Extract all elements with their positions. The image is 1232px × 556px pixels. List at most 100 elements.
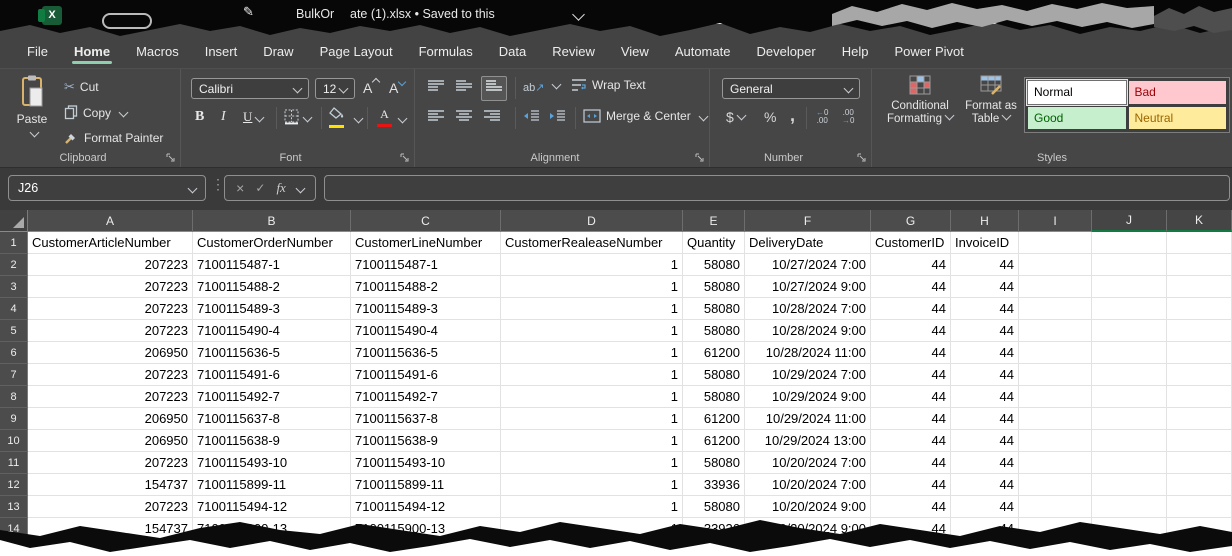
cell-B1[interactable]: CustomerOrderNumber xyxy=(193,232,351,254)
cell-J4[interactable] xyxy=(1092,298,1167,320)
tab-draw[interactable]: Draw xyxy=(250,38,306,68)
cell-I4[interactable] xyxy=(1019,298,1092,320)
style-good[interactable]: Good xyxy=(1028,107,1126,130)
clipboard-dialog-launcher[interactable] xyxy=(166,153,176,163)
cell-E11[interactable]: 58080 xyxy=(683,452,745,474)
fill-color-button[interactable] xyxy=(329,106,345,128)
cell-F6[interactable]: 10/28/2024 11:00 xyxy=(745,342,871,364)
cell-F3[interactable]: 10/27/2024 9:00 xyxy=(745,276,871,298)
cell-I6[interactable] xyxy=(1019,342,1092,364)
cell-A7[interactable]: 207223 xyxy=(28,364,193,386)
cell-K8[interactable] xyxy=(1167,386,1232,408)
cell-F1[interactable]: DeliveryDate xyxy=(745,232,871,254)
cell-F5[interactable]: 10/28/2024 9:00 xyxy=(745,320,871,342)
cell-C4[interactable]: 7100115489-3 xyxy=(351,298,501,320)
fill-color-chevron-icon[interactable] xyxy=(354,114,364,124)
paste-button[interactable]: Paste xyxy=(8,75,56,157)
cell-B4[interactable]: 7100115489-3 xyxy=(193,298,351,320)
cell-H4[interactable]: 44 xyxy=(951,298,1019,320)
row-header-11[interactable]: 11 xyxy=(0,452,28,474)
cell-C1[interactable]: CustomerLineNumber xyxy=(351,232,501,254)
column-header-F[interactable]: F xyxy=(745,210,871,232)
cell-J8[interactable] xyxy=(1092,386,1167,408)
cell-F4[interactable]: 10/28/2024 7:00 xyxy=(745,298,871,320)
column-header-E[interactable]: E xyxy=(683,210,745,232)
cut-button[interactable]: ✂ Cut xyxy=(64,79,99,95)
cell-H13[interactable]: 44 xyxy=(951,496,1019,518)
font-size-combo[interactable]: 12 xyxy=(315,78,355,99)
cell-G2[interactable]: 44 xyxy=(871,254,951,276)
row-header-1[interactable]: 1 xyxy=(0,232,28,254)
cancel-icon[interactable]: × xyxy=(236,180,244,196)
cell-K12[interactable] xyxy=(1167,474,1232,496)
cell-H6[interactable]: 44 xyxy=(951,342,1019,364)
cell-F11[interactable]: 10/20/2024 7:00 xyxy=(745,452,871,474)
cell-F2[interactable]: 10/27/2024 7:00 xyxy=(745,254,871,276)
cell-D13[interactable]: 1 xyxy=(501,496,683,518)
cell-K3[interactable] xyxy=(1167,276,1232,298)
cell-J9[interactable] xyxy=(1092,408,1167,430)
cell-E4[interactable]: 58080 xyxy=(683,298,745,320)
cell-A3[interactable]: 207223 xyxy=(28,276,193,298)
cell-D9[interactable]: 1 xyxy=(501,408,683,430)
cell-F10[interactable]: 10/29/2024 13:00 xyxy=(745,430,871,452)
row-header-7[interactable]: 7 xyxy=(0,364,28,386)
cell-C13[interactable]: 7100115494-12 xyxy=(351,496,501,518)
cell-H1[interactable]: InvoiceID xyxy=(951,232,1019,254)
cell-B7[interactable]: 7100115491-6 xyxy=(193,364,351,386)
cell-I2[interactable] xyxy=(1019,254,1092,276)
cell-D3[interactable]: 1 xyxy=(501,276,683,298)
cell-A11[interactable]: 207223 xyxy=(28,452,193,474)
wrap-text-button[interactable]: Wrap Text xyxy=(571,78,646,92)
cell-F9[interactable]: 10/29/2024 11:00 xyxy=(745,408,871,430)
cell-J13[interactable] xyxy=(1092,496,1167,518)
cell-K13[interactable] xyxy=(1167,496,1232,518)
cell-I11[interactable] xyxy=(1019,452,1092,474)
cell-G9[interactable]: 44 xyxy=(871,408,951,430)
cell-H2[interactable]: 44 xyxy=(951,254,1019,276)
cell-K11[interactable] xyxy=(1167,452,1232,474)
insert-function-icon[interactable]: fx xyxy=(276,180,285,196)
tab-insert[interactable]: Insert xyxy=(192,38,251,68)
cell-A9[interactable]: 206950 xyxy=(28,408,193,430)
cell-A4[interactable]: 207223 xyxy=(28,298,193,320)
cell-J6[interactable] xyxy=(1092,342,1167,364)
cell-C12[interactable]: 7100115899-11 xyxy=(351,474,501,496)
row-header-6[interactable]: 6 xyxy=(0,342,28,364)
align-bottom-button[interactable] xyxy=(481,76,507,101)
cell-B2[interactable]: 7100115487-1 xyxy=(193,254,351,276)
cell-J3[interactable] xyxy=(1092,276,1167,298)
cell-B5[interactable]: 7100115490-4 xyxy=(193,320,351,342)
shrink-font-button[interactable]: A xyxy=(389,79,405,98)
cell-A13[interactable]: 207223 xyxy=(28,496,193,518)
cell-F8[interactable]: 10/29/2024 9:00 xyxy=(745,386,871,408)
cell-H7[interactable]: 44 xyxy=(951,364,1019,386)
tab-help[interactable]: Help xyxy=(829,38,882,68)
cell-E10[interactable]: 61200 xyxy=(683,430,745,452)
row-header-4[interactable]: 4 xyxy=(0,298,28,320)
tab-home[interactable]: Home xyxy=(61,38,123,68)
cell-B6[interactable]: 7100115636-5 xyxy=(193,342,351,364)
cell-I3[interactable] xyxy=(1019,276,1092,298)
cell-J1[interactable] xyxy=(1092,232,1167,254)
row-header-8[interactable]: 8 xyxy=(0,386,28,408)
format-painter-button[interactable]: Format Painter xyxy=(64,131,163,145)
column-header-C[interactable]: C xyxy=(351,210,501,232)
cell-E9[interactable]: 61200 xyxy=(683,408,745,430)
underline-button[interactable]: U xyxy=(243,109,263,125)
cell-G13[interactable]: 44 xyxy=(871,496,951,518)
copy-button[interactable]: Copy xyxy=(64,105,127,120)
borders-button[interactable] xyxy=(284,109,311,125)
cell-A8[interactable]: 207223 xyxy=(28,386,193,408)
cell-F12[interactable]: 10/20/2024 7:00 xyxy=(745,474,871,496)
cell-J5[interactable] xyxy=(1092,320,1167,342)
cell-I7[interactable] xyxy=(1019,364,1092,386)
cell-A5[interactable]: 207223 xyxy=(28,320,193,342)
row-header-13[interactable]: 13 xyxy=(0,496,28,518)
cell-E8[interactable]: 58080 xyxy=(683,386,745,408)
cell-C3[interactable]: 7100115488-2 xyxy=(351,276,501,298)
row-header-3[interactable]: 3 xyxy=(0,276,28,298)
cell-G1[interactable]: CustomerID xyxy=(871,232,951,254)
orientation-button[interactable]: ab↗ xyxy=(523,78,560,96)
cell-I10[interactable] xyxy=(1019,430,1092,452)
